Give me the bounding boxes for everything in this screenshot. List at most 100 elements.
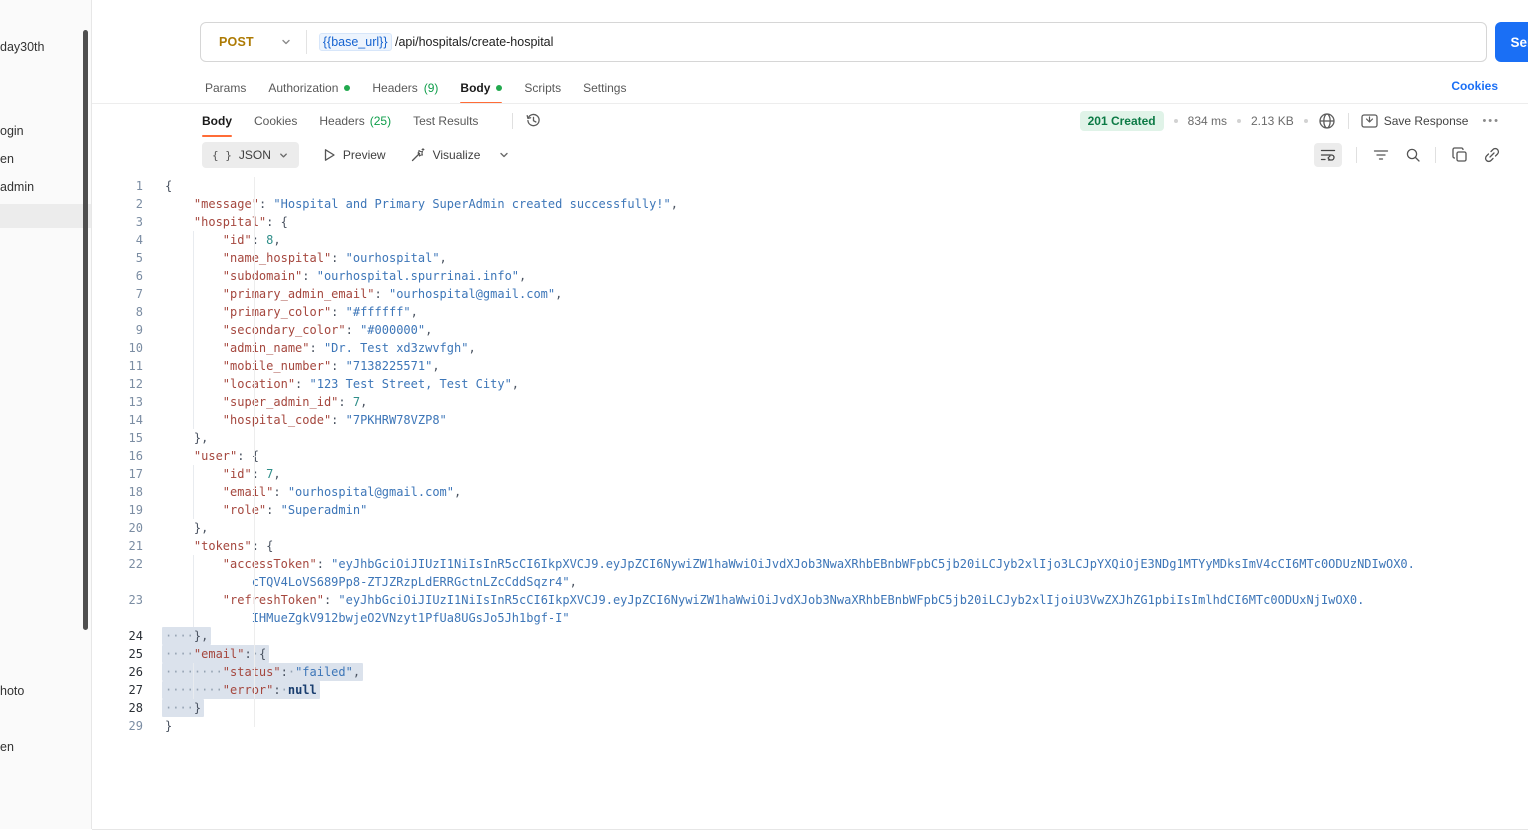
method-select[interactable]: POST: [201, 35, 306, 49]
method-label: POST: [219, 35, 254, 49]
sidebar-item[interactable]: en: [0, 740, 80, 754]
response-time[interactable]: 834 ms: [1188, 114, 1227, 128]
sidebar-item[interactable]: ogin: [0, 124, 80, 138]
code-line: 18 "email": "ourhospital@gmail.com",: [92, 483, 1528, 501]
sidebar-item[interactable]: en: [0, 152, 80, 166]
line-number[interactable]: 15: [92, 429, 143, 447]
response-tab-body[interactable]: Body: [202, 104, 232, 137]
tab-scripts[interactable]: Scripts: [524, 73, 561, 103]
response-tab-test-results[interactable]: Test Results: [413, 104, 478, 137]
line-number[interactable]: 12: [92, 375, 143, 393]
line-number[interactable]: 1: [92, 177, 143, 195]
line-number[interactable]: 19: [92, 501, 143, 519]
divider: [1356, 147, 1357, 163]
line-number[interactable]: 13: [92, 393, 143, 411]
response-tab-cookies[interactable]: Cookies: [254, 104, 297, 137]
code-line: 17 "id": 7,: [92, 465, 1528, 483]
line-number[interactable]: 20: [92, 519, 143, 537]
line-number[interactable]: 8: [92, 303, 143, 321]
line-number[interactable]: 23: [92, 591, 143, 627]
response-tab-headers[interactable]: Headers(25): [319, 104, 391, 137]
filter-icon[interactable]: [1373, 148, 1389, 162]
code-line: 25····"email":·{: [92, 645, 1528, 663]
line-number[interactable]: 6: [92, 267, 143, 285]
line-number[interactable]: 14: [92, 411, 143, 429]
line-number[interactable]: 11: [92, 357, 143, 375]
code-line: 9 "secondary_color": "#000000",: [92, 321, 1528, 339]
sidebar-item[interactable]: day30th: [0, 40, 80, 54]
visualize-button[interactable]: Visualize: [410, 147, 481, 163]
line-number[interactable]: 25: [92, 645, 143, 663]
sidebar-selected-row[interactable]: [0, 204, 91, 228]
url-box: POST {{base_url}} /api/hospitals/create-…: [200, 22, 1487, 62]
code-line: 2 "message": "Hospital and Primary Super…: [92, 195, 1528, 213]
line-number[interactable]: 3: [92, 213, 143, 231]
code-line: 16 "user": {: [92, 447, 1528, 465]
response-size[interactable]: 2.13 KB: [1251, 114, 1294, 128]
link-icon[interactable]: [1484, 147, 1500, 163]
code-line: 24····},: [92, 627, 1528, 645]
tab-body[interactable]: Body: [460, 73, 502, 103]
preview-label: Preview: [343, 148, 386, 162]
line-number[interactable]: 18: [92, 483, 143, 501]
response-meta: 201 Created 834 ms 2.13 KB: [1080, 111, 1500, 131]
line-number[interactable]: 16: [92, 447, 143, 465]
globe-icon[interactable]: [1318, 112, 1336, 130]
format-toolbar: { } JSON Preview Visualize: [202, 142, 1500, 168]
indent-guide: [193, 465, 194, 519]
indent-guide: [193, 231, 194, 429]
url-variable-chip[interactable]: {{base_url}}: [319, 33, 392, 51]
request-bar: POST {{base_url}} /api/hospitals/create-…: [200, 22, 1528, 62]
more-options-icon[interactable]: •••: [1482, 115, 1500, 127]
search-icon[interactable]: [1405, 147, 1421, 163]
sidebar-item[interactable]: admin: [0, 180, 80, 194]
tab-headers[interactable]: Headers(9): [372, 73, 438, 103]
line-number[interactable]: 21: [92, 537, 143, 555]
format-select[interactable]: { } JSON: [202, 142, 299, 168]
line-number[interactable]: 29: [92, 717, 143, 735]
line-number[interactable]: 22: [92, 555, 143, 591]
history-icon[interactable]: [525, 112, 542, 129]
line-number[interactable]: 26: [92, 663, 143, 681]
status-badge[interactable]: 201 Created: [1080, 111, 1164, 131]
send-button[interactable]: Send: [1495, 22, 1528, 62]
line-number[interactable]: 10: [92, 339, 143, 357]
sidebar-scrollbar[interactable]: [83, 30, 88, 630]
code-line: 10 "admin_name": "Dr. Test xd3zwvfgh",: [92, 339, 1528, 357]
code-line: 11 "mobile_number": "7138225571",: [92, 357, 1528, 375]
url-input[interactable]: {{base_url}} /api/hospitals/create-hospi…: [319, 33, 554, 51]
line-number[interactable]: 17: [92, 465, 143, 483]
play-icon: [323, 148, 336, 162]
code-line: 8 "primary_color": "#ffffff",: [92, 303, 1528, 321]
cookies-link[interactable]: Cookies: [1451, 79, 1498, 93]
tab-settings[interactable]: Settings: [583, 73, 626, 103]
response-body-editor[interactable]: 1{2 "message": "Hospital and Primary Sup…: [92, 172, 1528, 829]
save-response-button[interactable]: Save Response: [1361, 114, 1469, 128]
line-number[interactable]: 28: [92, 699, 143, 717]
editor-actions: [1314, 143, 1500, 167]
line-number[interactable]: 4: [92, 231, 143, 249]
wrap-text-toggle[interactable]: [1314, 143, 1342, 167]
code-line: 3 "hospital": {: [92, 213, 1528, 231]
line-number[interactable]: 7: [92, 285, 143, 303]
tab-authorization[interactable]: Authorization: [268, 73, 350, 103]
wand-icon: [410, 147, 426, 163]
response-tabs: Body Cookies Headers(25) Test Results: [202, 104, 500, 137]
send-label[interactable]: Send: [1495, 22, 1528, 62]
chevron-down-icon[interactable]: [498, 149, 510, 161]
tab-params[interactable]: Params: [205, 73, 246, 103]
url-path: /api/hospitals/create-hospital: [392, 35, 554, 49]
separator-dot: [1174, 119, 1178, 123]
preview-button[interactable]: Preview: [323, 148, 386, 162]
chevron-down-icon: [280, 36, 292, 48]
line-number[interactable]: 5: [92, 249, 143, 267]
code-line: 5 "name_hospital": "ourhospital",: [92, 249, 1528, 267]
sidebar-item[interactable]: hoto: [0, 684, 80, 698]
line-number[interactable]: 24: [92, 627, 143, 645]
line-number[interactable]: 9: [92, 321, 143, 339]
code-line: 29}: [92, 717, 1528, 735]
line-number[interactable]: 27: [92, 681, 143, 699]
line-number[interactable]: 2: [92, 195, 143, 213]
divider: [306, 30, 307, 54]
copy-icon[interactable]: [1452, 147, 1468, 163]
